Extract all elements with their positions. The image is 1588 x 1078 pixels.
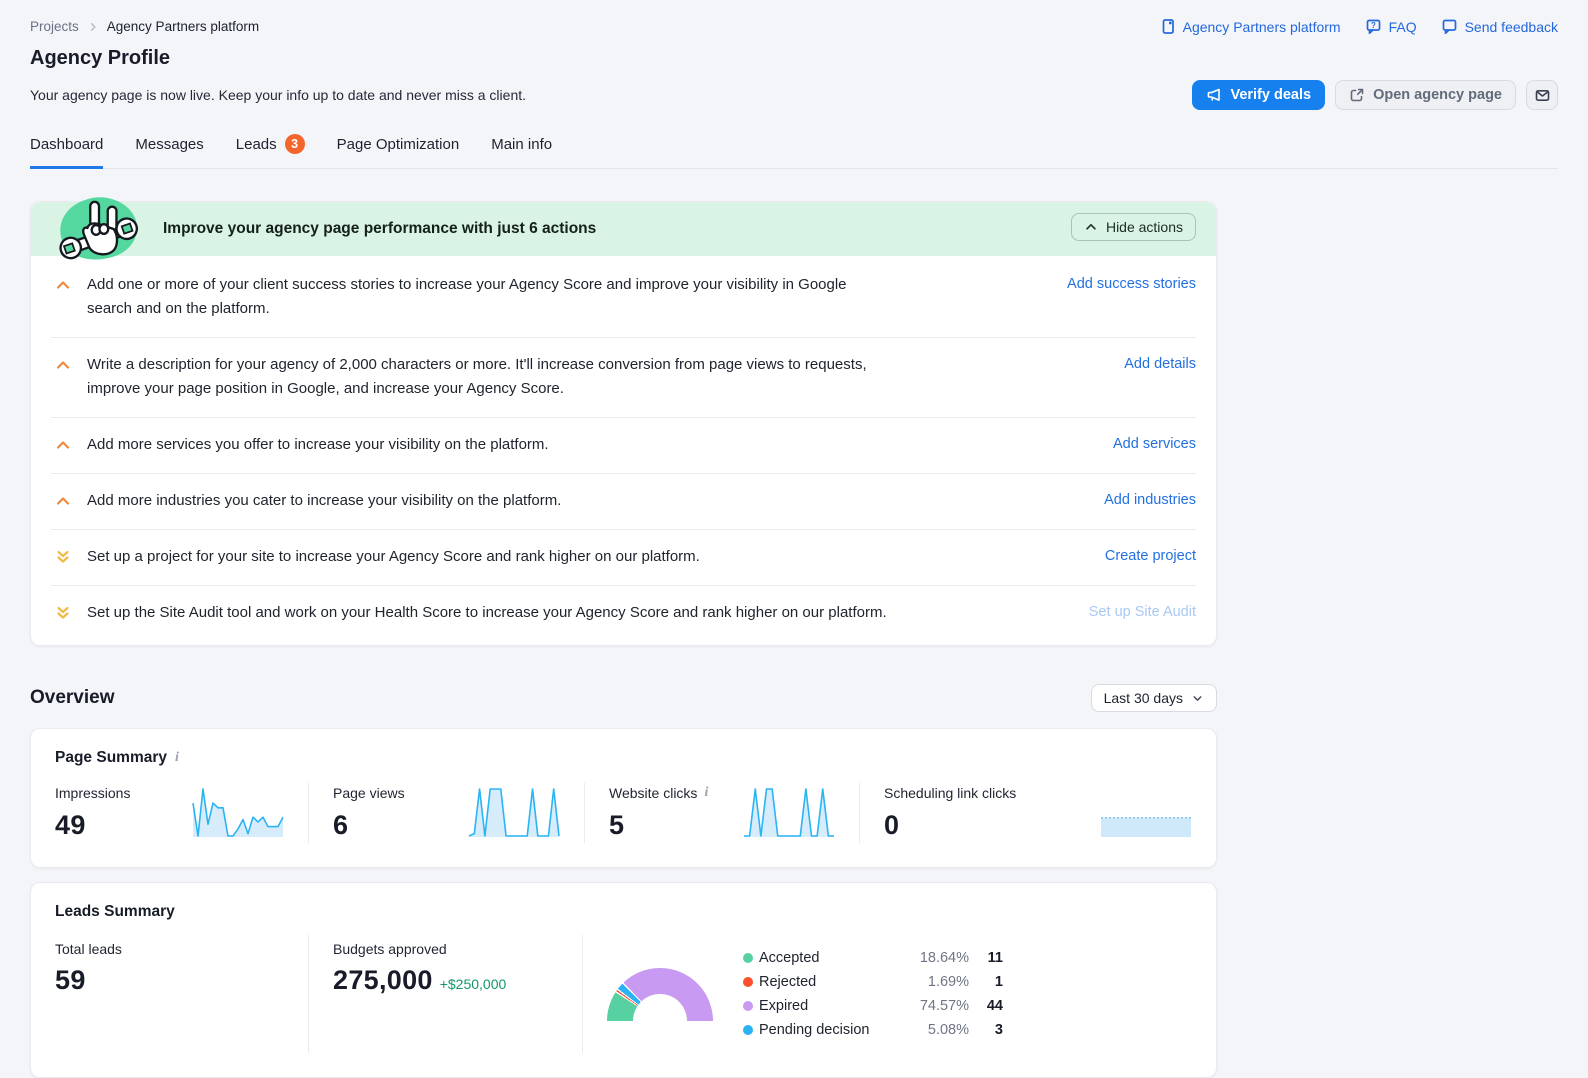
impressions-sparkline — [192, 788, 284, 837]
page-summary-title: Page Summary — [55, 749, 167, 766]
breadcrumb: Projects Agency Partners platform — [30, 19, 259, 34]
faq-link[interactable]: ? FAQ — [1365, 18, 1417, 35]
action-row: Add more industries you cater to increas… — [51, 473, 1196, 529]
chevron-down-icon — [1193, 695, 1202, 701]
tab-dashboard[interactable]: Dashboard — [30, 128, 104, 169]
total-leads-value: 59 — [55, 965, 86, 995]
open-agency-page-button[interactable]: Open agency page — [1335, 80, 1516, 110]
topbar: Projects Agency Partners platform Agency… — [0, 0, 1588, 35]
date-range-select[interactable]: Last 30 days — [1090, 684, 1217, 712]
priority-chevron-icon — [56, 497, 70, 505]
envelope-icon — [1535, 89, 1549, 101]
svg-text:?: ? — [1371, 21, 1376, 30]
leads-summary-card: Leads Summary Total leads 59 Budgets app… — [30, 882, 1217, 1078]
priority-chevron-icon — [57, 606, 69, 619]
page-views-sparkline — [468, 788, 560, 837]
doc-icon — [1162, 19, 1174, 34]
metric-impressions: Impressions 49 — [31, 783, 308, 843]
send-feedback-link[interactable]: Send feedback — [1441, 18, 1558, 35]
priority-chevron-icon — [56, 441, 70, 449]
leads-donut-legend: Accepted 18.64% 11 Rejected 1.69% 1 Expi… — [743, 950, 1003, 1038]
actions-list: Add one or more of your client success s… — [31, 256, 1216, 645]
priority-chevron-icon — [56, 361, 70, 369]
verify-deals-button[interactable]: Verify deals — [1192, 80, 1326, 110]
breadcrumb-current: Agency Partners platform — [106, 19, 260, 34]
tab-leads[interactable]: Leads 3 — [236, 128, 305, 169]
leads-donut-chart — [607, 967, 713, 1021]
priority-chevron-icon — [56, 281, 70, 289]
legend-row-pending-decision: Pending decision 5.08% 3 — [743, 1022, 1003, 1038]
page-title: Agency Profile — [30, 47, 171, 69]
hand-wrench-illustration — [59, 197, 139, 260]
header-buttons: Verify deals Open agency page — [1192, 80, 1558, 110]
rejected-dot — [743, 977, 753, 987]
tab-main-info[interactable]: Main info — [491, 128, 552, 169]
actions-banner-title: Improve your agency page performance wit… — [163, 220, 597, 237]
leads-chart-block: Accepted 18.64% 11 Rejected 1.69% 1 Expi… — [582, 935, 1216, 1053]
budgets-approved-delta: +$250,000 — [439, 976, 507, 992]
chevron-up-icon — [1086, 223, 1096, 230]
action-row: Set up the Site Audit tool and work on y… — [51, 585, 1196, 641]
leads-count-badge: 3 — [284, 134, 305, 154]
action-row: Set up a project for your site to increa… — [51, 529, 1196, 585]
email-notifications-button[interactable] — [1526, 80, 1558, 110]
action-row: Add one or more of your client success s… — [51, 258, 1196, 337]
tab-messages[interactable]: Messages — [135, 128, 203, 169]
page-summary-card: Page Summary i Impressions 49 Page views… — [30, 728, 1217, 868]
metric-website-clicks: Website clicks i 5 — [584, 783, 859, 843]
breadcrumb-projects[interactable]: Projects — [30, 19, 79, 34]
info-icon[interactable]: i — [704, 785, 708, 801]
overview-title: Overview — [30, 687, 115, 708]
legend-row-expired: Expired 74.57% 44 — [743, 998, 1003, 1014]
external-link-icon — [1350, 88, 1364, 102]
expired-dot — [743, 1001, 753, 1011]
add-success-stories-link[interactable]: Add success stories — [1067, 273, 1196, 292]
tab-bar: Dashboard Messages Leads 3 Page Optimizat… — [30, 128, 1558, 169]
pending-decision-dot — [743, 1025, 753, 1035]
set-up-site-audit-link[interactable]: Set up Site Audit — [1089, 601, 1196, 620]
legend-row-accepted: Accepted 18.64% 11 — [743, 950, 1003, 966]
priority-chevron-icon — [57, 550, 69, 563]
add-services-link[interactable]: Add services — [1113, 433, 1196, 452]
total-leads-block: Total leads 59 — [31, 935, 308, 1053]
feedback-bubble-icon — [1442, 19, 1456, 35]
legend-row-rejected: Rejected 1.69% 1 — [743, 974, 1003, 990]
budgets-approved-block: Budgets approved 275,000 +$250,000 — [308, 935, 582, 1053]
create-project-link[interactable]: Create project — [1105, 545, 1196, 564]
actions-banner: Improve your agency page performance wit… — [31, 197, 1216, 260]
tab-page-optimization[interactable]: Page Optimization — [337, 128, 460, 169]
add-details-link[interactable]: Add details — [1124, 353, 1196, 372]
info-icon[interactable]: i — [175, 750, 179, 766]
website-clicks-sparkline — [744, 788, 834, 837]
action-row: Add more services you offer to increase … — [51, 417, 1196, 473]
scheduling-link-clicks-sparkline — [1101, 816, 1191, 837]
leads-summary-title: Leads Summary — [55, 903, 175, 920]
metric-scheduling-link-clicks: Scheduling link clicks 0 — [859, 783, 1216, 843]
chevron-right-icon — [87, 21, 99, 33]
megaphone-icon — [1208, 88, 1221, 101]
accepted-dot — [743, 953, 753, 963]
header-links: Agency Partners platform ? FAQ Send feed… — [1160, 18, 1558, 35]
hide-actions-button[interactable]: Hide actions — [1070, 213, 1196, 241]
add-industries-link[interactable]: Add industries — [1104, 489, 1196, 508]
budgets-approved-value: 275,000 — [333, 965, 433, 995]
action-row: Write a description for your agency of 2… — [51, 337, 1196, 417]
agency-partners-platform-link[interactable]: Agency Partners platform — [1160, 18, 1341, 35]
improve-actions-card: Improve your agency page performance wit… — [30, 197, 1217, 646]
metric-page-views: Page views 6 — [308, 783, 584, 843]
faq-bubble-icon: ? — [1366, 19, 1380, 35]
page-subtitle: Your agency page is now live. Keep your … — [30, 87, 527, 103]
